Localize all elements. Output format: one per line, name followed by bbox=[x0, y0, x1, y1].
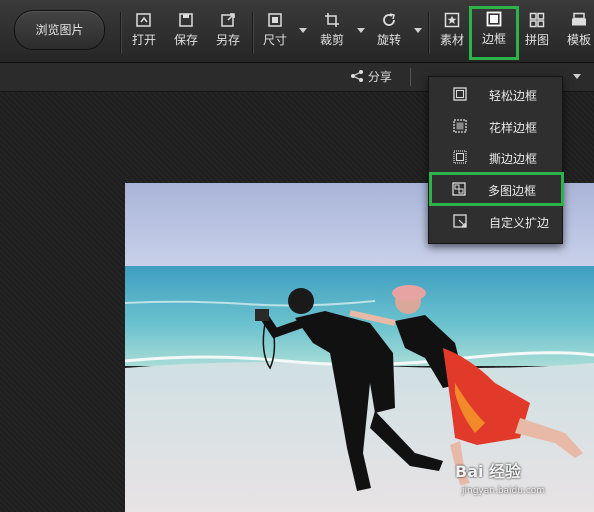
main-toolbar: 浏览图片 打开 保存 另存 尺寸 裁剪 旋转 素材 边框 拼图 模板 bbox=[0, 0, 594, 63]
rotate-label: 旋转 bbox=[376, 33, 401, 47]
menu-item-label: 自定义扩边 bbox=[489, 216, 550, 230]
resize-icon bbox=[268, 13, 282, 27]
crop-icon bbox=[325, 13, 339, 27]
save-icon bbox=[179, 13, 193, 27]
save-as-label: 另存 bbox=[215, 33, 240, 47]
menu-item-label: 多图边框 bbox=[488, 184, 537, 198]
resize-label: 尺寸 bbox=[262, 33, 287, 47]
crop-label: 裁剪 bbox=[319, 33, 344, 47]
save-button[interactable]: 保存 bbox=[166, 10, 206, 54]
open-button[interactable]: 打开 bbox=[124, 10, 164, 54]
browse-images-button[interactable]: 浏览图片 bbox=[14, 10, 105, 50]
simple-border-icon bbox=[453, 87, 467, 101]
menu-item-custom-extend[interactable]: 自定义扩边 bbox=[433, 207, 558, 235]
rotate-icon bbox=[383, 13, 395, 26]
menu-item-label: 花样边框 bbox=[489, 121, 538, 135]
torn-border-icon bbox=[453, 150, 467, 164]
save-as-button[interactable]: 另存 bbox=[208, 10, 248, 54]
material-label: 素材 bbox=[439, 33, 464, 47]
share-button[interactable]: 分享 bbox=[350, 68, 392, 85]
collage-button[interactable]: 拼图 bbox=[517, 10, 557, 54]
custom-extend-icon bbox=[453, 214, 467, 228]
collage-label: 拼图 bbox=[524, 33, 549, 47]
share-label: 分享 bbox=[367, 70, 392, 84]
border-label: 边框 bbox=[481, 32, 506, 46]
crop-button[interactable]: 裁剪 bbox=[312, 10, 352, 54]
template-button[interactable]: 模板 bbox=[559, 10, 594, 54]
border-icon bbox=[486, 11, 502, 27]
subbar-divider bbox=[410, 68, 411, 86]
border-button[interactable]: 边框 bbox=[469, 6, 519, 60]
multi-image-border-icon bbox=[452, 182, 466, 196]
toolbar-divider bbox=[252, 12, 253, 54]
toolbar-divider bbox=[120, 12, 121, 54]
baidu-watermark: Bai 经验 bbox=[455, 462, 522, 481]
menu-item-multi-image-border[interactable]: 多图边框 bbox=[429, 172, 564, 206]
baidu-watermark-url: jingyan.baidu.com bbox=[462, 486, 546, 496]
border-dropdown-menu: 轻松边框 花样边框 撕边边框 多图边框 自定义扩边 bbox=[428, 76, 564, 244]
template-icon bbox=[572, 12, 586, 26]
rotate-button[interactable]: 旋转 bbox=[369, 10, 409, 54]
menu-item-simple-border[interactable]: 轻松边框 bbox=[433, 80, 558, 108]
save-as-icon bbox=[221, 13, 235, 27]
resize-dropdown-caret[interactable] bbox=[299, 28, 307, 33]
template-label: 模板 bbox=[566, 33, 591, 47]
subbar-dropdown-caret[interactable] bbox=[573, 74, 581, 79]
menu-item-label: 轻松边框 bbox=[489, 89, 538, 103]
open-label: 打开 bbox=[131, 33, 156, 47]
menu-item-torn-border[interactable]: 撕边边框 bbox=[433, 143, 558, 171]
open-icon bbox=[136, 13, 151, 27]
resize-button[interactable]: 尺寸 bbox=[255, 10, 295, 54]
collage-icon bbox=[529, 12, 545, 28]
menu-item-fancy-border[interactable]: 花样边框 bbox=[433, 112, 558, 140]
fancy-border-icon bbox=[453, 119, 467, 133]
material-button[interactable]: 素材 bbox=[432, 10, 472, 54]
crop-dropdown-caret[interactable] bbox=[357, 28, 365, 33]
menu-item-label: 撕边边框 bbox=[489, 152, 538, 166]
save-label: 保存 bbox=[173, 33, 198, 47]
toolbar-divider bbox=[428, 12, 429, 54]
material-icon bbox=[444, 12, 460, 28]
share-icon bbox=[351, 70, 363, 82]
rotate-dropdown-caret[interactable] bbox=[414, 28, 422, 33]
